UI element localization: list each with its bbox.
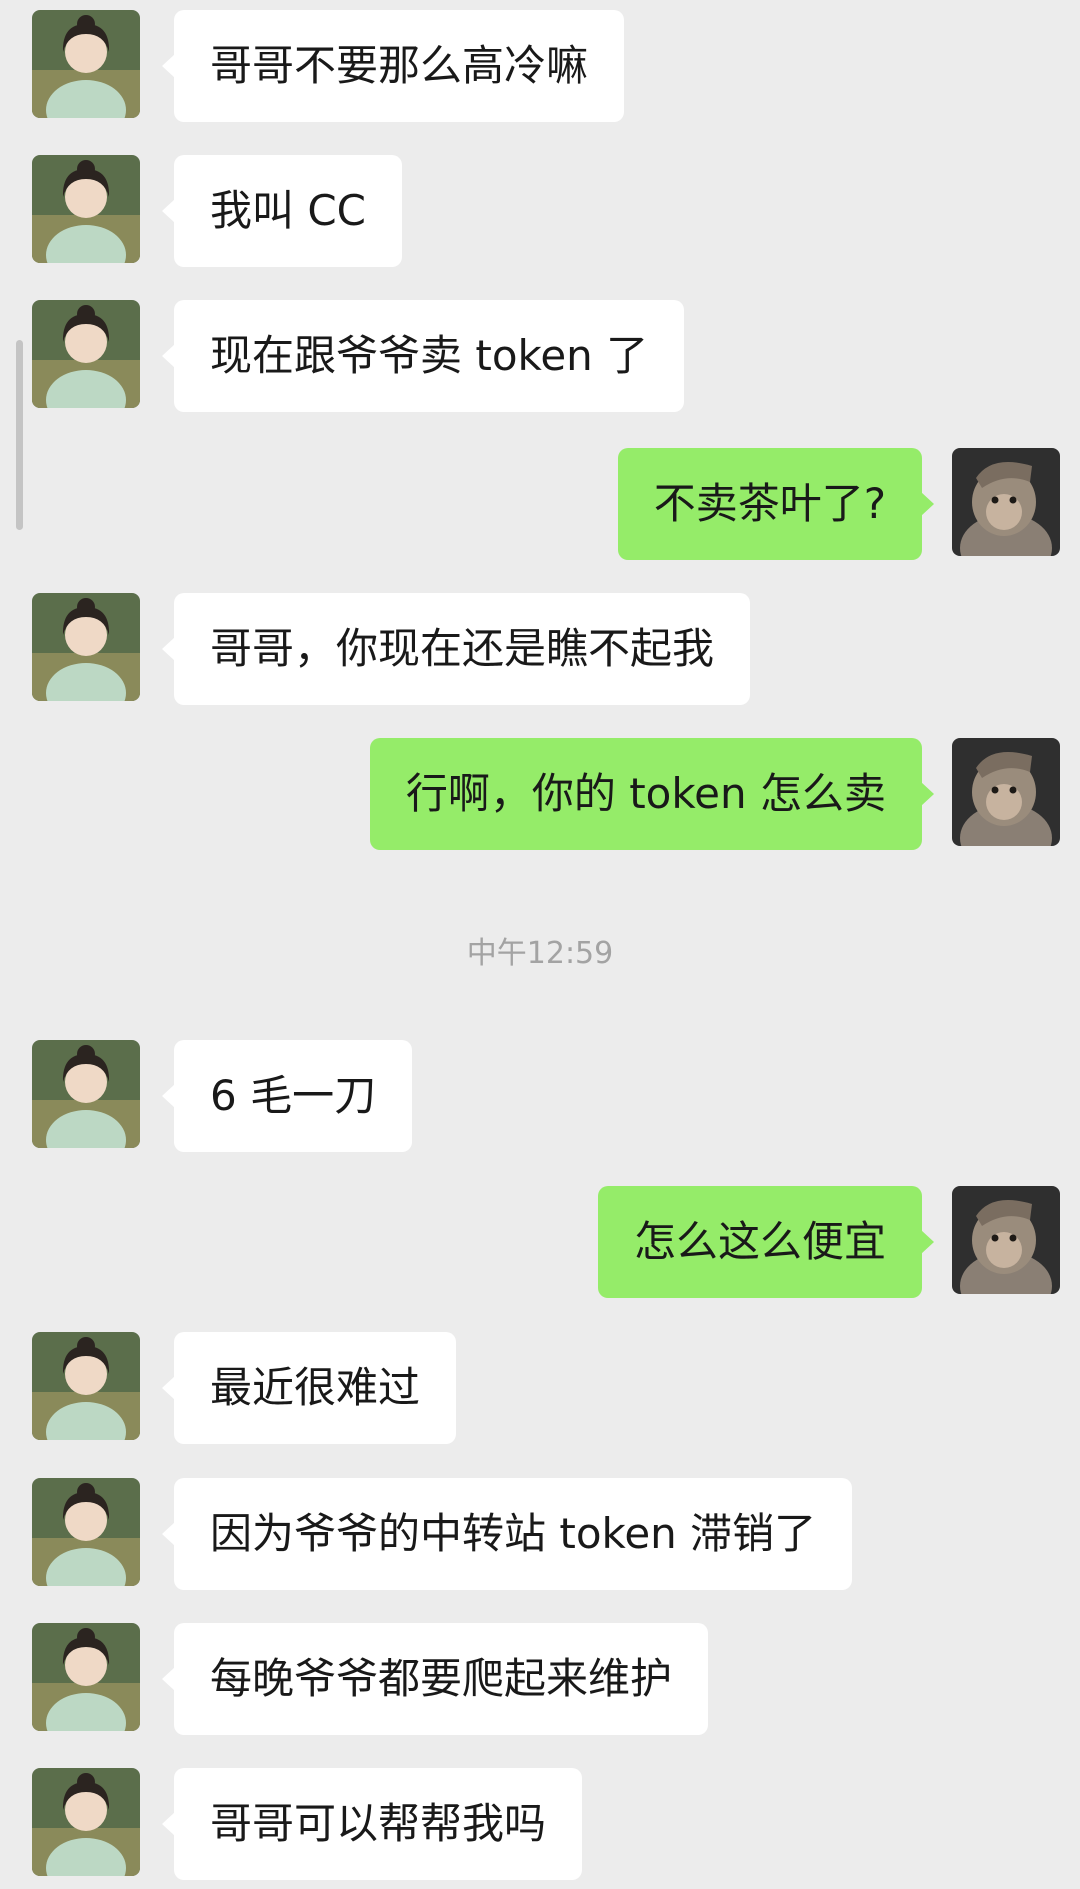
contact-avatar[interactable] bbox=[32, 155, 140, 263]
girl-avatar-icon bbox=[32, 593, 140, 701]
message-bubble[interactable]: 我叫 CC bbox=[174, 155, 403, 267]
contact-avatar[interactable] bbox=[32, 10, 140, 118]
self-avatar[interactable] bbox=[952, 448, 1060, 556]
contact-avatar[interactable] bbox=[32, 1040, 140, 1148]
message-row-incoming: 最近很难过 bbox=[0, 1332, 1080, 1444]
self-avatar[interactable] bbox=[952, 1186, 1060, 1294]
contact-avatar[interactable] bbox=[32, 300, 140, 408]
chat-timestamp: 中午12:59 bbox=[466, 936, 614, 971]
message-row-incoming: 现在跟爷爷卖 token 了 bbox=[0, 300, 1080, 412]
girl-avatar-icon bbox=[32, 1332, 140, 1440]
message-bubble[interactable]: 因为爷爷的中转站 token 滞销了 bbox=[174, 1478, 853, 1590]
message-bubble[interactable]: 不卖茶叶了? bbox=[617, 448, 922, 560]
message-bubble[interactable]: 6 毛一刀 bbox=[174, 1040, 413, 1152]
message-bubble[interactable]: 哥哥，你现在还是瞧不起我 bbox=[174, 593, 751, 705]
contact-avatar[interactable] bbox=[32, 1768, 140, 1876]
message-row-incoming: 6 毛一刀 bbox=[0, 1040, 1080, 1152]
contact-avatar[interactable] bbox=[32, 593, 140, 701]
message-row-incoming: 因为爷爷的中转站 token 滞销了 bbox=[0, 1478, 1080, 1590]
girl-avatar-icon bbox=[32, 1478, 140, 1586]
message-row-incoming: 每晚爷爷都要爬起来维护 bbox=[0, 1623, 1080, 1735]
monkey-avatar-icon bbox=[952, 1186, 1060, 1294]
bubble-tail bbox=[921, 1230, 934, 1254]
bubble-tail bbox=[921, 782, 934, 806]
message-row-incoming: 哥哥不要那么高冷嘛 bbox=[0, 10, 1080, 122]
message-bubble[interactable]: 哥哥不要那么高冷嘛 bbox=[174, 10, 625, 122]
monkey-avatar-icon bbox=[952, 448, 1060, 556]
message-row-outgoing: 行啊，你的 token 怎么卖 bbox=[0, 738, 1080, 850]
message-row-outgoing: 不卖茶叶了? bbox=[0, 448, 1080, 560]
message-bubble[interactable]: 每晚爷爷都要爬起来维护 bbox=[174, 1623, 709, 1735]
contact-avatar[interactable] bbox=[32, 1623, 140, 1731]
girl-avatar-icon bbox=[32, 10, 140, 118]
self-avatar[interactable] bbox=[952, 738, 1060, 846]
message-bubble[interactable]: 现在跟爷爷卖 token 了 bbox=[174, 300, 685, 412]
message-bubble[interactable]: 怎么这么便宜 bbox=[597, 1186, 922, 1298]
girl-avatar-icon bbox=[32, 300, 140, 408]
message-row-outgoing: 怎么这么便宜 bbox=[0, 1186, 1080, 1298]
girl-avatar-icon bbox=[32, 1040, 140, 1148]
contact-avatar[interactable] bbox=[32, 1332, 140, 1440]
message-bubble[interactable]: 行啊，你的 token 怎么卖 bbox=[369, 738, 922, 850]
message-bubble[interactable]: 哥哥可以帮帮我吗 bbox=[174, 1768, 583, 1880]
monkey-avatar-icon bbox=[952, 738, 1060, 846]
girl-avatar-icon bbox=[32, 1623, 140, 1731]
girl-avatar-icon bbox=[32, 1768, 140, 1876]
girl-avatar-icon bbox=[32, 155, 140, 263]
message-bubble[interactable]: 最近很难过 bbox=[174, 1332, 457, 1444]
contact-avatar[interactable] bbox=[32, 1478, 140, 1586]
bubble-tail bbox=[921, 492, 934, 516]
message-row-incoming: 哥哥，你现在还是瞧不起我 bbox=[0, 593, 1080, 705]
message-row-incoming: 哥哥可以帮帮我吗 bbox=[0, 1768, 1080, 1880]
message-row-incoming: 我叫 CC bbox=[0, 155, 1080, 267]
